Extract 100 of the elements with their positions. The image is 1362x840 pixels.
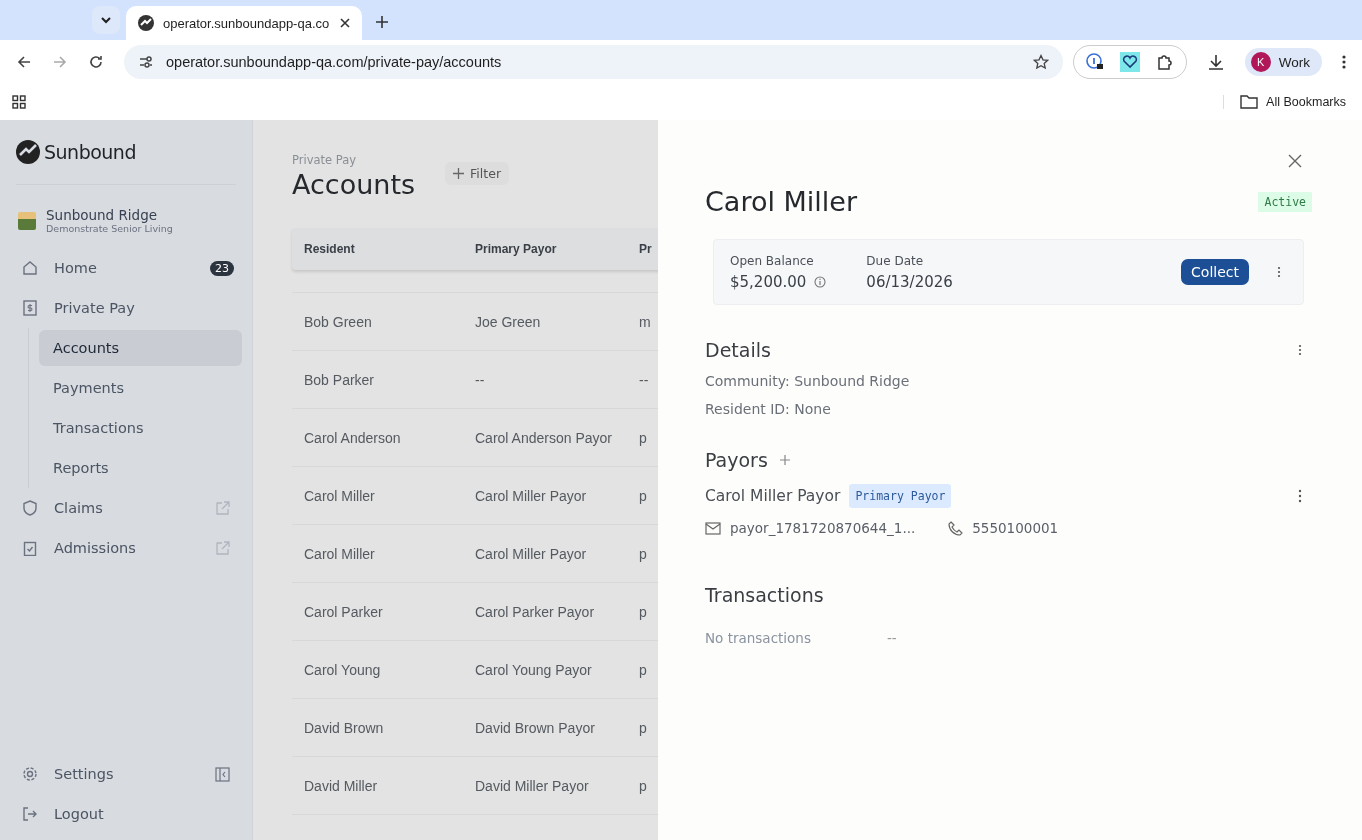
- nav-item[interactable]: Claims: [16, 488, 242, 528]
- profile-button[interactable]: K Work: [1244, 48, 1322, 76]
- tab-list-button[interactable]: [92, 6, 120, 34]
- puzzle-icon[interactable]: [1155, 53, 1174, 71]
- all-bookmarks-button[interactable]: All Bookmarks: [1223, 95, 1346, 109]
- new-tab-icon[interactable]: [376, 16, 388, 28]
- close-icon[interactable]: [340, 18, 350, 28]
- logout-icon: [22, 806, 38, 822]
- section-title: Transactions: [705, 584, 824, 606]
- community-thumbnail: [18, 211, 36, 230]
- more-icon[interactable]: [1298, 344, 1302, 356]
- nav-subitem[interactable]: Payments: [39, 370, 242, 406]
- chevron-down-icon: [100, 14, 112, 26]
- menu-icon[interactable]: [1342, 54, 1346, 70]
- table-cell: m: [639, 313, 651, 330]
- password-manager-icon[interactable]: [1085, 53, 1104, 71]
- collapse-sidebar-icon[interactable]: [215, 766, 230, 782]
- table-cell-text: Carol Miller: [303, 545, 376, 562]
- nav-item[interactable]: Admissions: [16, 528, 242, 568]
- field-label: Open Balance: [730, 253, 815, 268]
- table-cell: p: [639, 429, 647, 446]
- avatar: K: [1250, 52, 1271, 72]
- nav-item[interactable]: Home 23: [16, 248, 242, 288]
- section-title: Details: [705, 339, 771, 361]
- site-settings-icon[interactable]: [138, 54, 154, 70]
- table-cell-text: Carol Anderson Payor: [475, 429, 613, 446]
- column-header: Pr: [639, 242, 652, 256]
- table-cell-text: Carol Parker: [303, 603, 384, 620]
- tab-title: operator.sunboundapp-qa.co: [163, 15, 331, 31]
- table-cell-text: David Brown: [303, 719, 385, 736]
- table-cell-text: Carol Miller: [303, 487, 376, 504]
- detail-text: Resident ID: None: [705, 401, 832, 417]
- resident-name: Carol Miller: [705, 186, 858, 217]
- table-cell-text: Carol Young Payor: [475, 661, 593, 678]
- plus-icon: [453, 168, 465, 179]
- nav-subitem[interactable]: Reports: [39, 450, 242, 486]
- nav-subitem[interactable]: Accounts: [39, 330, 242, 366]
- field-value: $5,200.00: [730, 272, 807, 291]
- info-icon[interactable]: [814, 275, 827, 288]
- browser-tab[interactable]: operator.sunboundapp-qa.co: [126, 6, 362, 40]
- external-link-icon: [215, 540, 230, 556]
- table-cell: --: [639, 371, 649, 388]
- table-cell-text: David Miller: [303, 777, 379, 794]
- logo-icon: [138, 15, 154, 31]
- page-title: Accounts: [292, 169, 416, 200]
- community-name: Sunbound Ridge: [46, 207, 159, 223]
- shield-icon: [22, 500, 38, 516]
- table-cell-text: Carol Miller Payor: [475, 545, 588, 562]
- back-icon[interactable]: [16, 54, 32, 70]
- empty-value: --: [886, 630, 897, 646]
- dollar-icon: [22, 300, 38, 316]
- table-cell: p: [639, 603, 647, 620]
- clipboard-icon: [22, 540, 38, 556]
- mail-icon: [705, 521, 721, 535]
- column-header: Resident: [303, 242, 356, 256]
- section-title: Payors: [705, 449, 768, 471]
- table-cell: p: [639, 719, 647, 736]
- folder-icon: [1240, 95, 1259, 109]
- field-label: Due Date: [866, 253, 925, 268]
- collect-button[interactable]: Collect: [1181, 259, 1249, 285]
- nav-item[interactable]: Settings: [16, 754, 242, 794]
- status-tag: Active: [1258, 191, 1312, 212]
- table-cell-text: --: [475, 371, 486, 388]
- community-subtitle: Demonstrate Senior Living: [46, 223, 173, 234]
- table-cell: p: [639, 777, 647, 794]
- settings-icon: [22, 766, 38, 782]
- external-link-icon: [215, 500, 230, 516]
- nav-subitem[interactable]: Transactions: [39, 410, 242, 446]
- table-cell-text: Carol Anderson: [303, 429, 402, 446]
- nav-item[interactable]: Private Pay: [16, 288, 242, 328]
- more-icon[interactable]: [1277, 266, 1281, 278]
- add-icon[interactable]: [779, 455, 790, 465]
- detail-text: Community: Sunbound Ridge: [705, 373, 911, 389]
- payor-phone: 5550100001: [972, 520, 1059, 536]
- address-bar[interactable]: operator.sunboundapp-qa.com/private-pay/accounts: [124, 45, 1063, 79]
- table-cell-text: Bob Parker: [303, 371, 376, 388]
- apps-icon[interactable]: [12, 95, 26, 109]
- download-icon[interactable]: [1206, 53, 1225, 71]
- star-icon[interactable]: [1032, 54, 1049, 70]
- filter-button[interactable]: Filter: [445, 162, 510, 185]
- home-icon: [22, 260, 38, 276]
- payor-name: Carol Miller Payor: [705, 487, 841, 505]
- payor-email: payor_1781720870644_1...: [730, 520, 916, 536]
- table-cell-text: Joe Green: [475, 313, 542, 330]
- more-icon[interactable]: [1298, 489, 1302, 503]
- column-header: Primary Payor: [475, 242, 558, 256]
- table-cell: p: [639, 661, 647, 678]
- reload-icon[interactable]: [88, 54, 104, 70]
- table-cell: p: [639, 487, 647, 504]
- primary-payor-tag: Primary Payor: [849, 484, 952, 508]
- table-cell-text: David Miller Payor: [475, 777, 590, 794]
- table-cell-text: Bob Green: [303, 313, 373, 330]
- logo-icon: [16, 140, 40, 164]
- url-text: operator.sunboundapp-qa.com/private-pay/accounts: [166, 54, 503, 70]
- count-badge: 23: [210, 260, 234, 276]
- table-cell-text: Carol Parker Payor: [475, 603, 596, 620]
- field-value: 06/13/2026: [866, 272, 953, 291]
- empty-state-text: No transactions: [705, 630, 811, 646]
- close-icon[interactable]: [1288, 154, 1302, 168]
- nav-item[interactable]: Logout: [16, 794, 242, 834]
